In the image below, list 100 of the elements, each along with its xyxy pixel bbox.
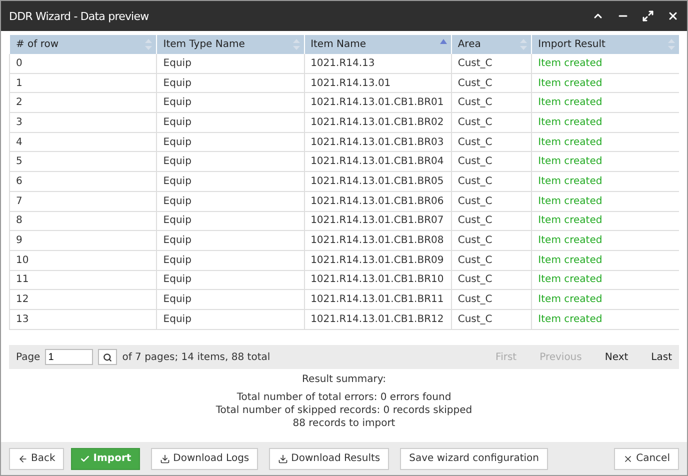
table-cell: Item created xyxy=(532,290,679,310)
download-icon xyxy=(278,454,288,464)
arrow-left-icon xyxy=(18,454,28,464)
pager-link[interactable]: Last xyxy=(651,352,672,362)
table-cell: 1021.R14.13.01.CB1.BR02 xyxy=(304,112,452,132)
table-cell: Equip xyxy=(156,172,304,192)
table-cell: 1021.R14.13.01.CB1.BR10 xyxy=(304,270,452,290)
footer-button[interactable]: Download Results xyxy=(269,448,390,470)
table-cell: 8 xyxy=(10,211,157,231)
maximize-icon[interactable] xyxy=(642,10,654,22)
table-cell: Cust_C xyxy=(451,92,532,113)
table-cell: Equip xyxy=(156,211,304,231)
column-header[interactable]: Item Type Name xyxy=(156,35,304,54)
summary-text: 88 records to import xyxy=(292,417,396,430)
table-cell: Equip xyxy=(156,152,304,172)
table-cell: Cust_C xyxy=(451,191,532,211)
table-cell: 7 xyxy=(10,191,157,211)
table-cell: 9 xyxy=(10,230,157,250)
table-cell: Item created xyxy=(532,73,679,93)
table-cell: Equip xyxy=(156,230,304,250)
table-cell: Equip xyxy=(156,112,304,132)
table-cell: Cust_C xyxy=(451,290,532,310)
table-cell: Cust_C xyxy=(451,270,532,290)
table-cell: Cust_C xyxy=(451,112,532,132)
table-cell: Item created xyxy=(532,230,679,250)
table-cell: 1021.R14.13.01 xyxy=(304,73,452,93)
summary-text: Total number of total errors: 0 errors found xyxy=(236,391,452,404)
table-cell: 5 xyxy=(10,152,157,172)
table-cell: 1021.R14.13.01.CB1.BR05 xyxy=(304,172,452,192)
page-label: Page xyxy=(16,352,40,362)
table-cell: Cust_C xyxy=(451,132,532,152)
table-cell: 1 xyxy=(10,73,157,93)
table-cell: Cust_C xyxy=(451,230,532,250)
search-button[interactable] xyxy=(98,349,118,365)
table-cell: Cust_C xyxy=(451,172,532,192)
table-cell: Item created xyxy=(532,250,679,270)
table-cell: Item created xyxy=(532,191,679,211)
table-cell: Equip xyxy=(156,54,304,74)
table-cell: 3 xyxy=(10,112,157,132)
column-header[interactable]: Area xyxy=(451,35,532,54)
table-cell: Item created xyxy=(532,92,679,113)
sort-icon xyxy=(145,39,152,50)
footer-button[interactable]: Save wizard configuration xyxy=(400,448,548,470)
table-cell: 13 xyxy=(10,309,157,330)
table-cell: Equip xyxy=(156,132,304,152)
table-cell: Item created xyxy=(532,270,679,290)
table-cell: 1021.R14.13.01.CB1.BR07 xyxy=(304,211,452,231)
table-cell: Cust_C xyxy=(451,73,532,93)
pager-link[interactable]: Next xyxy=(604,352,628,362)
footer-button[interactable]: Download Logs xyxy=(151,448,258,470)
footer-button[interactable]: Cancel xyxy=(614,448,679,470)
table-cell: 1021.R14.13.01.CB1.BR11 xyxy=(304,290,452,310)
sort-icon xyxy=(440,39,447,44)
page-input[interactable]: 1 xyxy=(45,349,94,365)
download-icon xyxy=(160,454,170,464)
table-cell: 1021.R14.13.01.CB1.BR03 xyxy=(304,132,452,152)
table-cell: 1021.R14.13 xyxy=(304,54,452,74)
table-cell: Item created xyxy=(532,54,679,74)
table-cell: Equip xyxy=(156,92,304,113)
table-cell: 1021.R14.13.01.CB1.BR09 xyxy=(304,250,452,270)
table-cell: Equip xyxy=(156,309,304,330)
sort-icon xyxy=(292,39,300,50)
table-cell: 0 xyxy=(10,54,157,74)
close-icon xyxy=(623,454,634,464)
column-header[interactable]: Import Result xyxy=(532,35,679,54)
table-cell: 1021.R14.13.01.CB1.BR04 xyxy=(304,152,452,172)
summary-text: Result summary: xyxy=(302,373,386,386)
table-cell: 1021.R14.13.01.CB1.BR06 xyxy=(304,191,452,211)
page-info: of 7 pages; 14 items, 88 total xyxy=(122,352,272,362)
table-cell: 1021.R14.13.01.CB1.BR01 xyxy=(304,92,452,113)
table-cell: Item created xyxy=(532,211,679,231)
column-header[interactable]: # of row xyxy=(10,35,157,54)
table-cell: Cust_C xyxy=(451,152,532,172)
table-cell: Cust_C xyxy=(451,250,532,270)
table-cell: Item created xyxy=(532,152,679,172)
table-cell: Equip xyxy=(156,290,304,310)
table-cell: Item created xyxy=(532,112,679,132)
table-cell: 1021.R14.13.01.CB1.BR08 xyxy=(304,230,452,250)
table-cell: Item created xyxy=(532,132,679,152)
table-cell: Equip xyxy=(156,73,304,93)
table-cell: Cust_C xyxy=(451,211,532,231)
table-cell: Equip xyxy=(156,250,304,270)
table-cell: Equip xyxy=(156,270,304,290)
table-cell: 1021.R14.13.01.CB1.BR12 xyxy=(304,309,452,330)
table-cell: Item created xyxy=(532,172,679,192)
column-header[interactable]: Item Name xyxy=(304,35,452,54)
search-icon xyxy=(103,352,112,362)
window-title: DDR Wizard - Data preview xyxy=(9,10,150,22)
table-cell: Cust_C xyxy=(451,54,532,74)
check-icon xyxy=(80,454,90,464)
table-cell: 6 xyxy=(10,172,157,192)
table-cell: 10 xyxy=(10,250,157,270)
table-cell: Item created xyxy=(532,309,679,330)
sort-icon xyxy=(668,39,675,50)
sort-icon xyxy=(520,39,528,50)
table-cell: Cust_C xyxy=(451,309,532,330)
footer-button[interactable]: Back xyxy=(9,448,64,470)
close-icon[interactable] xyxy=(667,10,679,22)
table-cell: 2 xyxy=(10,92,157,113)
table-cell: 12 xyxy=(10,290,157,310)
